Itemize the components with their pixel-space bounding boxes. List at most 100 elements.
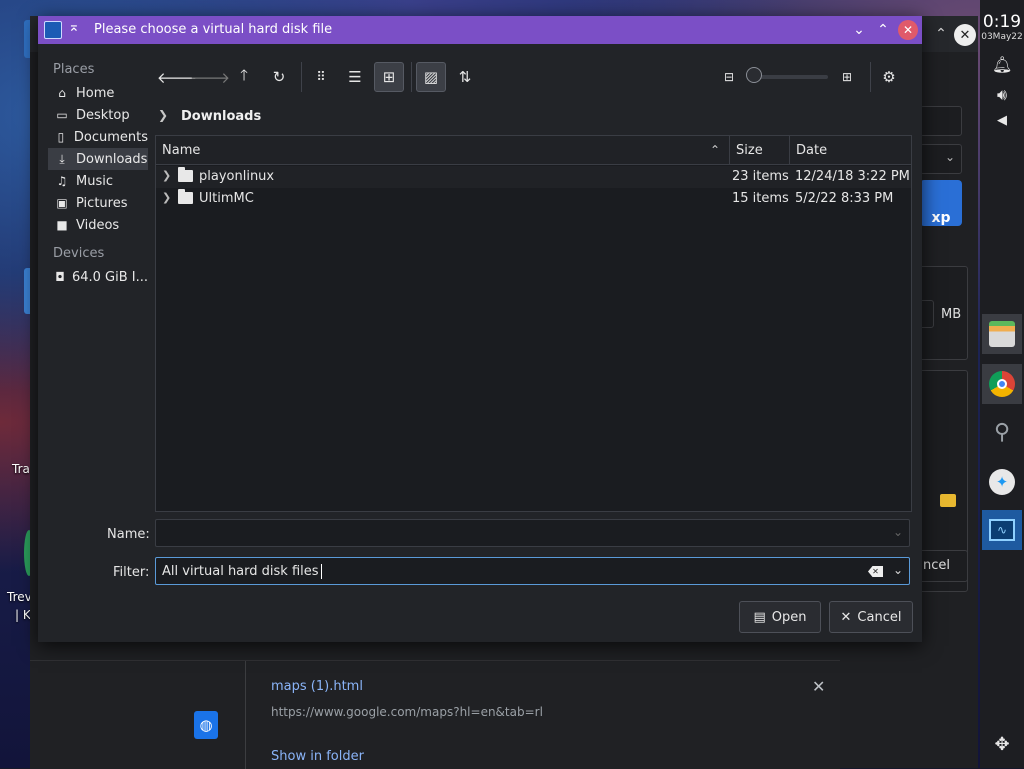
chevron-down-icon[interactable]: ⌄ [893, 525, 903, 539]
close-button[interactable]: ✕ [898, 20, 918, 40]
filter-label: Filter: [113, 565, 150, 580]
place-documents[interactable]: ▯ Documents [48, 126, 148, 148]
file-date: 5/2/22 8:33 PM [795, 191, 894, 206]
bg-cancel-text: ncel [923, 558, 950, 573]
bg-dropdown[interactable]: ⌄ [920, 144, 962, 174]
back-button[interactable]: 🡐 [157, 62, 197, 92]
clear-text-icon[interactable]: ✕ [868, 566, 883, 577]
sort-ascending-icon: ⌃ [710, 143, 721, 157]
keep-above-icon[interactable]: ⌅ [68, 19, 80, 35]
place-pictures[interactable]: ▣ Pictures [48, 192, 148, 214]
task-kde-connect[interactable]: ✦ [982, 462, 1022, 502]
task-search[interactable]: ⚲ [982, 412, 1022, 452]
place-desktop[interactable]: ▭ Desktop [48, 104, 148, 126]
move-icon[interactable]: ✥ [992, 734, 1012, 755]
file-name: playonlinux [199, 169, 275, 184]
open-label: Open [771, 609, 807, 625]
maximize-button[interactable]: ⌃ [873, 20, 893, 40]
clock-time[interactable]: 0:19 [980, 12, 1024, 32]
file-row[interactable]: ❯ playonlinux 23 items 12/24/18 3:22 PM [156, 166, 911, 188]
column-date-label: Date [796, 142, 828, 158]
breadcrumb-arrow-icon[interactable]: ❯ [158, 108, 168, 122]
desktop-label: | K [15, 608, 31, 622]
minimize-button[interactable]: ⌄ [849, 20, 869, 40]
volume-icon[interactable]: 🔊︎ [992, 85, 1012, 105]
settings-button[interactable]: ⚙ [874, 62, 904, 92]
windows-xp-icon: xp [920, 180, 962, 226]
dialog-titlebar[interactable]: ⌅ Please choose a virtual hard disk file… [38, 16, 922, 44]
open-button[interactable]: ▤ Open [739, 601, 821, 633]
desktop-label: Trev [7, 590, 32, 604]
devices-heading: Devices [53, 246, 105, 261]
show-in-folder-link[interactable]: Show in folder [271, 749, 364, 764]
download-title[interactable]: maps (1).html [271, 679, 363, 694]
list-view-button[interactable]: ☰ [340, 62, 370, 92]
zoom-slider-handle[interactable] [746, 67, 762, 83]
toolbar-separator [301, 62, 302, 92]
file-name: UltimMC [199, 191, 254, 206]
task-files[interactable] [982, 314, 1022, 354]
file-row[interactable]: ❯ UltimMC 15 items 5/2/22 8:33 PM [156, 188, 911, 210]
reload-button[interactable]: ↻ [264, 62, 294, 92]
task-virtualbox[interactable]: ∿ [982, 510, 1022, 550]
open-file-icon: ▤ [753, 609, 766, 625]
download-icon: ⤓ [59, 151, 65, 166]
expand-arrow-icon[interactable]: ❯ [162, 191, 171, 204]
expand-tray-icon[interactable]: ◀ [992, 113, 1012, 133]
place-downloads[interactable]: ⤓ Downloads [48, 148, 148, 170]
name-combobox[interactable]: ⌄ [155, 519, 910, 547]
expand-arrow-icon[interactable]: ❯ [162, 169, 171, 182]
tree-view-button[interactable]: ⊞ [374, 62, 404, 92]
cancel-button[interactable]: ✕ Cancel [829, 601, 913, 633]
file-list[interactable]: Name ⌃ Size Date ❯ playonlinux 23 items … [155, 135, 912, 512]
home-icon: ⌂ [58, 86, 66, 100]
close-icon[interactable]: ✕ [812, 677, 825, 696]
filter-combobox[interactable]: All virtual hard disk files ✕ ⌄ [155, 557, 910, 585]
zoom-in-button[interactable]: ⊞ [832, 62, 862, 92]
cancel-label: Cancel [857, 609, 902, 625]
chevron-down-icon: ⌄ [944, 150, 955, 164]
place-label: Home [76, 85, 115, 101]
search-icon: ⚲ [993, 419, 1011, 445]
bg-close-button[interactable]: ✕ [954, 24, 976, 46]
picture-icon: ▣ [56, 196, 68, 210]
virtualbox-icon [44, 21, 62, 39]
column-header-size[interactable]: Size [729, 136, 789, 165]
place-videos[interactable]: ■ Videos [48, 214, 148, 236]
bg-input-field[interactable] [920, 106, 962, 136]
toolbar-separator [411, 62, 412, 92]
bg-maximize-button[interactable]: ⌃ [930, 23, 952, 45]
forward-button[interactable]: 🡒 [190, 62, 230, 92]
html-file-icon: ◍ [194, 711, 218, 739]
task-chrome[interactable] [982, 364, 1022, 404]
column-name-label: Name [162, 142, 201, 158]
place-label: Desktop [76, 107, 130, 123]
column-header-date[interactable]: Date [789, 136, 911, 165]
place-home[interactable]: ⌂ Home [48, 82, 148, 104]
video-icon: ■ [56, 218, 68, 232]
column-header-name[interactable]: Name ⌃ [156, 136, 729, 165]
filter-value: All virtual hard disk files [162, 564, 319, 579]
taskbar-panel: 0:19 03May22 🔔︎ 🔊︎ ◀ ⚲ ✦ ∿ ✥ [980, 0, 1024, 768]
zoom-out-button[interactable]: ⊟ [714, 62, 744, 92]
download-shelf: ◍ maps (1).html https://www.google.com/m… [30, 660, 840, 769]
device-disk[interactable]: ◘ 64.0 GiB I... [48, 266, 148, 288]
text-caret [320, 564, 322, 579]
preview-toggle-button[interactable]: ▨ [416, 62, 446, 92]
sort-button[interactable]: ⇅ [450, 62, 480, 92]
icons-view-button[interactable]: ⠿ [306, 62, 336, 92]
chevron-down-icon[interactable]: ⌄ [893, 563, 903, 577]
file-size: 15 items [732, 191, 789, 206]
gear-icon: ⚙ [882, 68, 896, 86]
place-label: 64.0 GiB I... [71, 269, 148, 285]
bg-cancel-button[interactable]: ncel [914, 550, 968, 582]
filter-input[interactable]: All virtual hard disk files [162, 564, 322, 579]
place-music[interactable]: ♫ Music [48, 170, 148, 192]
place-label: Pictures [76, 195, 128, 211]
breadcrumb-downloads[interactable]: Downloads [181, 109, 261, 124]
place-label: Documents [73, 129, 148, 145]
up-button[interactable]: 🡑 [229, 62, 259, 92]
clock-date: 03May22 [981, 32, 1023, 42]
bell-icon[interactable]: 🔔︎ [992, 55, 1012, 75]
folder-icon[interactable] [940, 494, 956, 507]
